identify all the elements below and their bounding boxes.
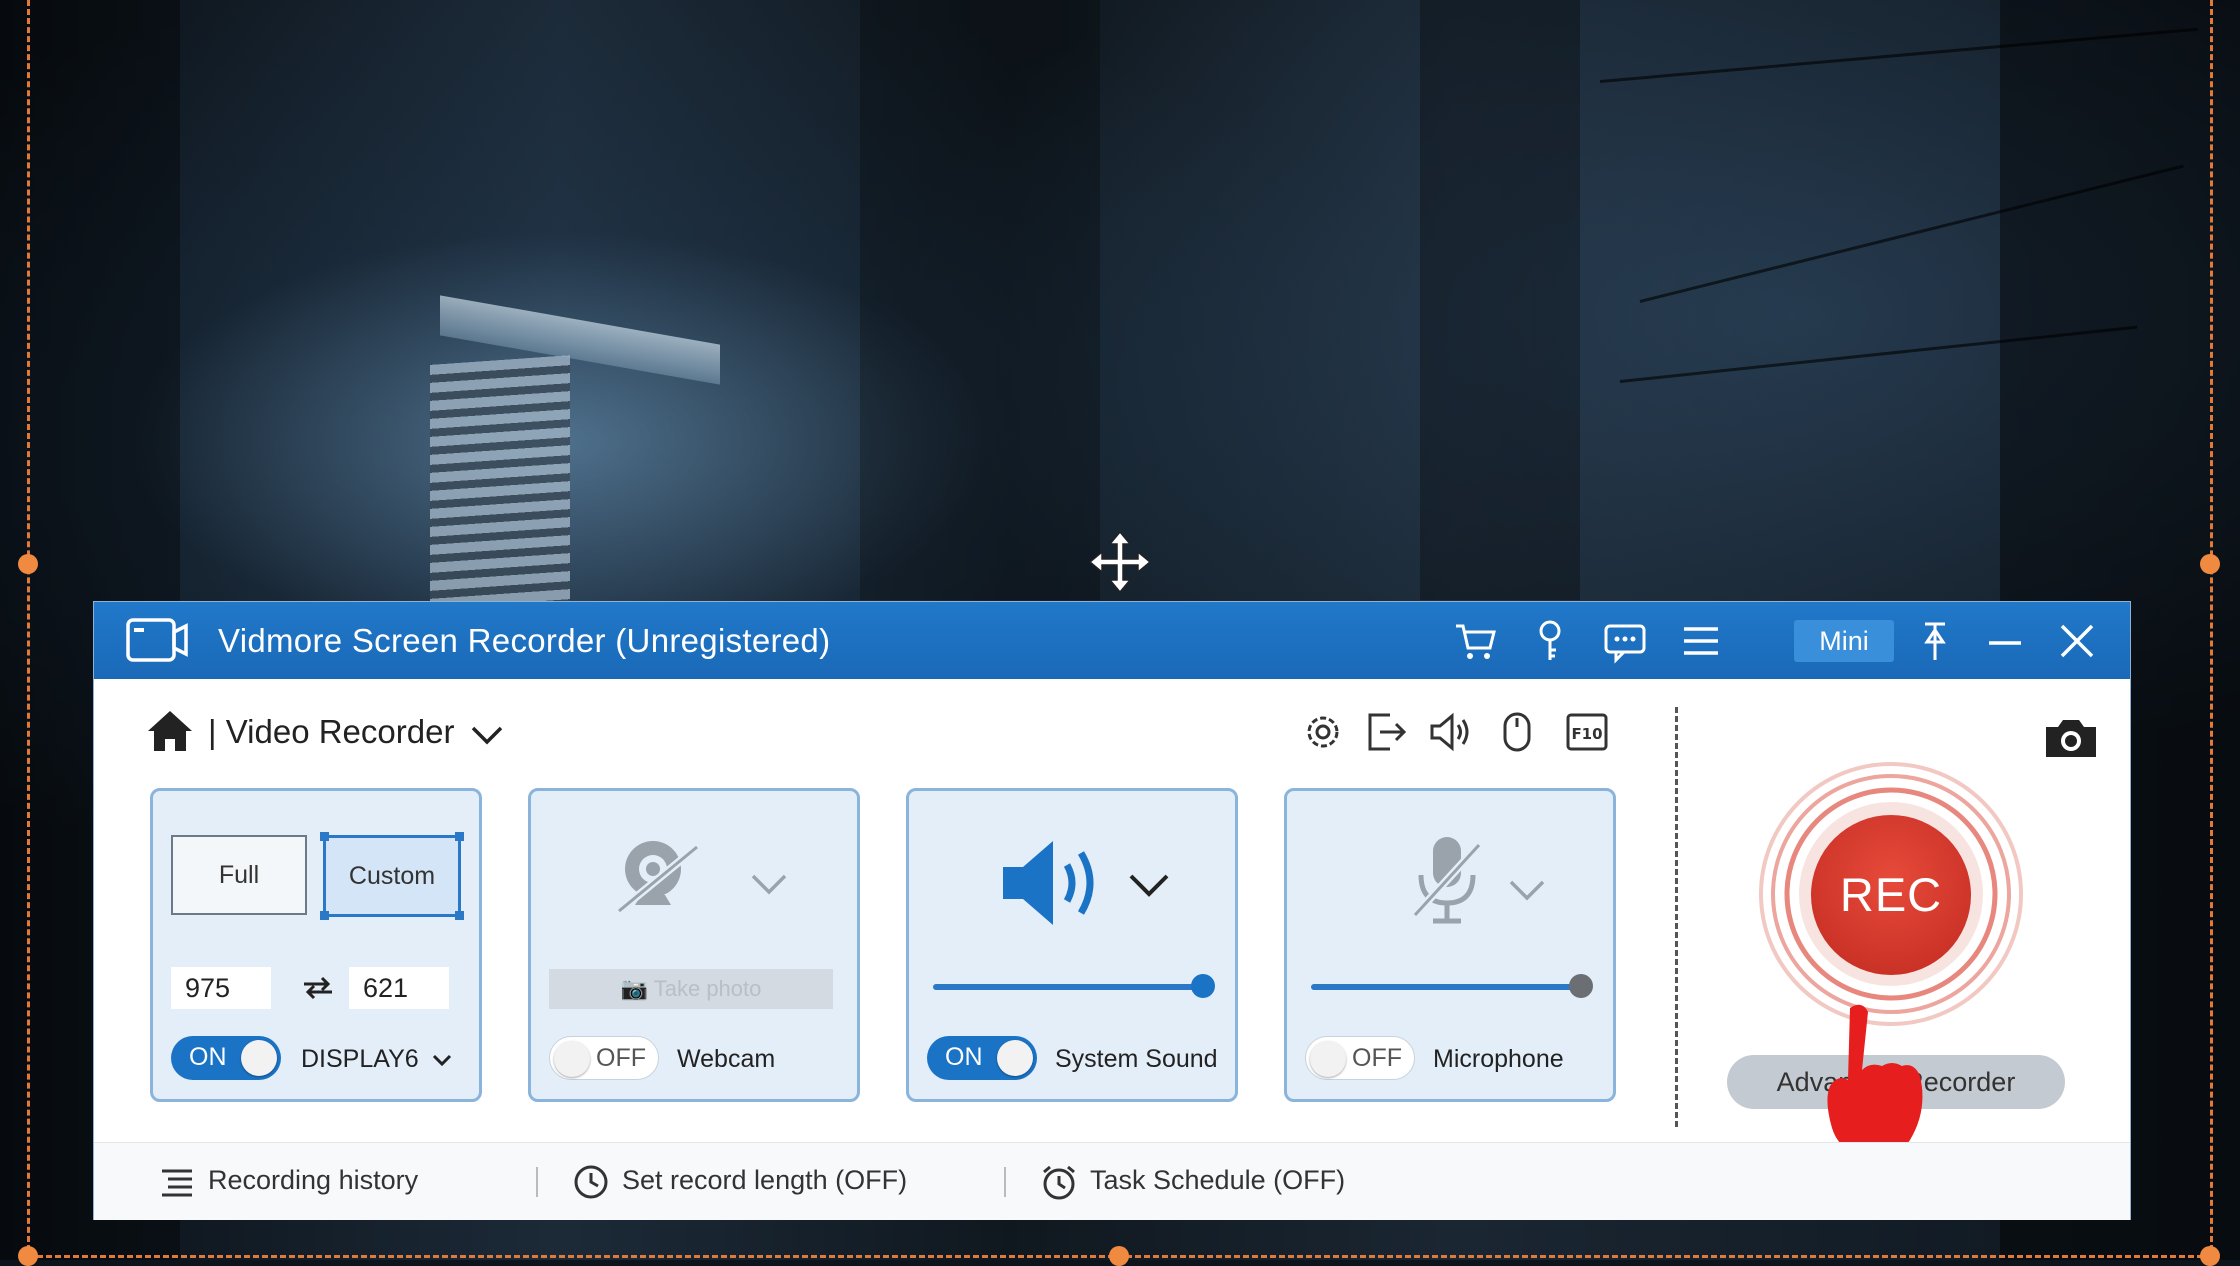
webcam-toggle-label: OFF	[596, 1044, 646, 1072]
webcam-label: Webcam	[677, 1045, 776, 1073]
custom-area-button[interactable]: Custom	[320, 832, 464, 920]
display-select-value: DISPLAY6	[301, 1045, 419, 1073]
chevron-down-icon[interactable]	[749, 871, 789, 897]
capture-frame-left[interactable]	[27, 0, 30, 1260]
move-icon[interactable]	[1088, 530, 1152, 594]
pin-icon[interactable]	[1912, 618, 1958, 664]
system-sound-toggle[interactable]: ON	[927, 1036, 1037, 1080]
rec-button[interactable]: REC	[1811, 815, 1971, 975]
microphone-slider-track[interactable]	[1311, 984, 1581, 990]
capture-handle-bottom[interactable]	[1109, 1246, 1129, 1266]
set-record-length-label: Set record length (OFF)	[622, 1165, 908, 1195]
display-select[interactable]: DISPLAY6	[301, 1045, 452, 1074]
system-sound-toggle-label: ON	[945, 1043, 983, 1071]
microphone-disabled-icon[interactable]	[1409, 831, 1485, 931]
capture-handle-left[interactable]	[18, 554, 38, 574]
cart-icon[interactable]	[1452, 618, 1498, 664]
display-toggle-label: ON	[189, 1043, 227, 1071]
take-photo-label: Take photo	[653, 976, 762, 1001]
mouse-icon[interactable]	[1494, 709, 1540, 755]
width-field[interactable]: 975	[171, 967, 271, 1009]
svg-text:F10: F10	[1571, 725, 1602, 743]
pointing-hand-icon	[1827, 1004, 1923, 1157]
capture-handle-bottom-right[interactable]	[2200, 1246, 2220, 1266]
status-separator	[536, 1167, 538, 1197]
mini-mode-button[interactable]: Mini	[1794, 620, 1894, 662]
take-photo-button[interactable]: 📷 Take photo	[549, 969, 833, 1009]
system-sound-slider-track[interactable]	[933, 984, 1203, 990]
full-screen-button[interactable]: Full	[171, 835, 307, 915]
microphone-toggle-label: OFF	[1352, 1044, 1402, 1072]
custom-area-label: Custom	[348, 862, 436, 890]
settings-icon[interactable]	[1300, 709, 1346, 755]
microphone-panel: OFF Microphone	[1284, 788, 1616, 1102]
alarm-clock-icon	[1043, 1165, 1075, 1200]
capture-handle-right[interactable]	[2200, 554, 2220, 574]
system-sound-icon[interactable]	[997, 835, 1117, 931]
key-icon[interactable]	[1527, 618, 1573, 664]
aspect-lock-icon[interactable]	[298, 971, 338, 1005]
close-icon[interactable]	[2054, 618, 2100, 664]
task-schedule-label: Task Schedule (OFF)	[1090, 1165, 1346, 1195]
clock-icon	[574, 1165, 608, 1199]
section-divider	[1675, 707, 1678, 1127]
microphone-label: Microphone	[1433, 1045, 1564, 1073]
system-sound-slider-knob[interactable]	[1191, 974, 1215, 998]
speaker-icon[interactable]	[1428, 709, 1474, 755]
chevron-down-icon[interactable]	[1127, 871, 1171, 899]
display-toggle[interactable]: ON	[171, 1036, 281, 1080]
chevron-down-icon[interactable]	[470, 723, 504, 747]
display-panel: Full Custom 975 621 ON DISPLAY6	[150, 788, 482, 1102]
recorder-window: Vidmore Screen Recorder (Unregistered) M…	[93, 601, 2131, 1220]
webcam-toggle[interactable]: OFF	[549, 1036, 659, 1080]
export-icon[interactable]	[1362, 709, 1408, 755]
mode-selector-label[interactable]: | Video Recorder	[208, 713, 454, 751]
microphone-toggle[interactable]: OFF	[1305, 1036, 1415, 1080]
home-icon[interactable]	[146, 709, 194, 753]
microphone-slider-knob[interactable]	[1569, 974, 1593, 998]
status-bar: Recording history Set record length (OFF…	[94, 1142, 2130, 1220]
chevron-down-icon	[432, 1054, 451, 1067]
webcam-panel: 📷 Take photo OFF Webcam	[528, 788, 860, 1102]
list-icon	[162, 1169, 192, 1197]
minimize-icon[interactable]	[1982, 618, 2028, 664]
height-field[interactable]: 621	[349, 967, 449, 1009]
hotkey-f10-icon[interactable]: F10	[1564, 709, 1610, 755]
title-bar[interactable]: Vidmore Screen Recorder (Unregistered) M…	[94, 602, 2130, 679]
window-title: Vidmore Screen Recorder (Unregistered)	[218, 622, 831, 659]
recording-history-label: Recording history	[208, 1165, 419, 1195]
feedback-icon[interactable]	[1602, 618, 1648, 664]
system-sound-label: System Sound	[1055, 1045, 1218, 1073]
app-logo-icon	[126, 618, 188, 662]
webcam-disabled-icon[interactable]	[609, 829, 709, 929]
chevron-down-icon[interactable]	[1507, 877, 1547, 903]
capture-frame-right[interactable]	[2210, 0, 2213, 1260]
capture-handle-bottom-left[interactable]	[18, 1246, 38, 1266]
menu-icon[interactable]	[1678, 618, 1724, 664]
system-sound-panel: ON System Sound	[906, 788, 1238, 1102]
status-separator	[1004, 1167, 1006, 1197]
